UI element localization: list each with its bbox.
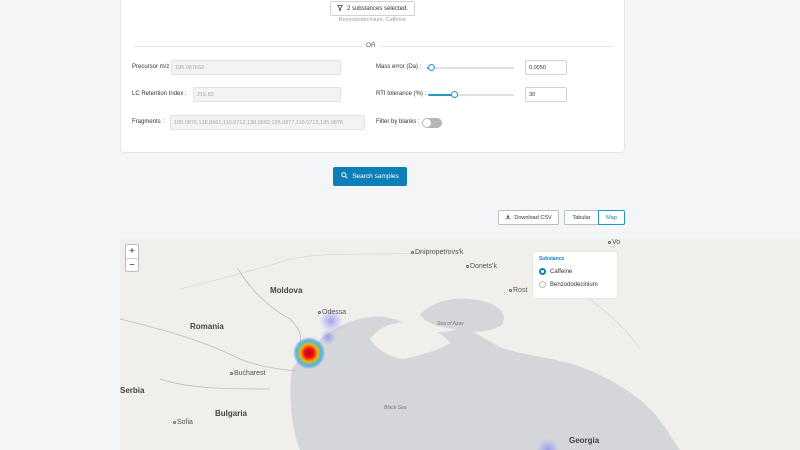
country-label-romania: Romania: [190, 322, 224, 331]
legend-option-caffeine[interactable]: Caffeine: [539, 265, 611, 278]
filter-icon: [336, 4, 344, 13]
black-sea-shape: [290, 316, 680, 450]
country-label-georgia: Georgia: [569, 436, 600, 445]
tab-map[interactable]: Map: [598, 210, 625, 225]
substance-legend: Substance Caffeine Benzododecinium: [533, 252, 617, 298]
city-sofia: Sofia: [173, 419, 193, 426]
substance-select-label: 2 substances selected.: [346, 5, 409, 12]
city-label: Odessa: [322, 309, 347, 316]
legend-option-label: Benzododecinium: [550, 281, 598, 288]
border-line: [237, 268, 302, 352]
city-label: Donets'k: [470, 263, 498, 270]
radio-unselected-icon[interactable]: [539, 281, 546, 288]
city-label: Rost: [513, 287, 528, 294]
city-rost: Rost: [509, 287, 527, 294]
city-label: Dnipropetrovs'k: [415, 249, 464, 256]
city-label: Vo: [612, 239, 621, 246]
rti-tolerance-input[interactable]: 30: [525, 87, 567, 102]
border-line: [159, 378, 271, 390]
sea-label-azov: Sea of Azov: [437, 321, 464, 327]
city-vo: Vo: [608, 239, 620, 246]
download-csv-label: Download CSV: [514, 214, 552, 221]
mass-error-input[interactable]: 0.0050: [525, 60, 567, 75]
mass-error-slider-handle[interactable]: [428, 64, 435, 71]
heatmap-hotspot-caffeine[interactable]: [293, 337, 325, 369]
city-odessa: Odessa: [318, 309, 346, 316]
map-base-layer: [120, 248, 680, 450]
selected-substances-text: Benzododecinium, Caffeine: [338, 17, 407, 23]
country-label-moldova: Moldova: [270, 286, 303, 295]
precursor-label: Precursor m/z :: [132, 64, 173, 70]
city-label: Sofia: [177, 419, 193, 426]
fragments-label: Fragments :: [132, 119, 165, 125]
city-bucharest: Bucharest: [230, 370, 266, 377]
tab-tabular[interactable]: Tabular: [564, 210, 599, 225]
city-marker-icon: [230, 371, 233, 375]
lc-retention-input[interactable]: 216.82: [193, 87, 341, 102]
country-label-bulgaria: Bulgaria: [215, 409, 248, 418]
radio-selected-icon[interactable]: [539, 268, 546, 275]
zoom-out-button[interactable]: −: [126, 258, 138, 271]
search-samples-button[interactable]: Search samples: [333, 167, 407, 186]
city-marker-icon: [411, 250, 414, 254]
sea-label-black: Black Sea: [384, 405, 407, 411]
filter-blanks-label: Filter by blanks :: [376, 119, 420, 125]
city-donetsk: Donets'k: [466, 263, 497, 270]
or-label: OR: [362, 42, 380, 49]
city-marker-icon: [466, 264, 469, 268]
zoom-in-button[interactable]: +: [126, 245, 138, 258]
fragments-input[interactable]: 195.0876,138.0661,110.0712,138.0662,195.…: [170, 115, 365, 130]
rti-tolerance-slider[interactable]: [428, 91, 514, 98]
substance-select-button[interactable]: 2 substances selected.: [330, 1, 415, 16]
lc-retention-label: LC Retention Index :: [132, 91, 187, 97]
legend-title: Substance: [539, 256, 565, 262]
rti-tolerance-slider-handle[interactable]: [451, 91, 458, 98]
toggle-knob: [423, 119, 431, 127]
legend-option-label: Caffeine: [550, 268, 573, 275]
border-line: [179, 248, 451, 290]
city-marker-icon: [509, 288, 512, 292]
city-marker-icon: [173, 420, 176, 424]
city-label: Bucharest: [234, 370, 266, 377]
legend-option-benzododecinium[interactable]: Benzododecinium: [539, 278, 611, 291]
download-icon: [505, 214, 511, 222]
rti-tolerance-label: RTI tolerance (%) :: [376, 91, 427, 97]
heatmap-spot[interactable]: [320, 329, 336, 345]
search-icon: [341, 172, 348, 181]
mass-error-label: Mass error (Da) :: [376, 64, 422, 70]
precursor-input[interactable]: 195.087652: [171, 60, 341, 75]
zoom-control: + −: [125, 244, 139, 272]
city-dnipropetrovsk: Dnipropetrovs'k: [411, 249, 463, 256]
map-view[interactable]: + − Moldova Romania Bulgaria Serbia Geor…: [120, 239, 800, 450]
download-csv-button[interactable]: Download CSV: [498, 210, 559, 225]
filter-blanks-toggle[interactable]: [422, 118, 442, 128]
mass-error-slider[interactable]: [427, 64, 514, 71]
city-marker-icon: [318, 310, 321, 314]
city-marker-icon: [608, 240, 611, 244]
search-samples-label: Search samples: [352, 173, 399, 180]
country-label-serbia: Serbia: [120, 386, 145, 395]
